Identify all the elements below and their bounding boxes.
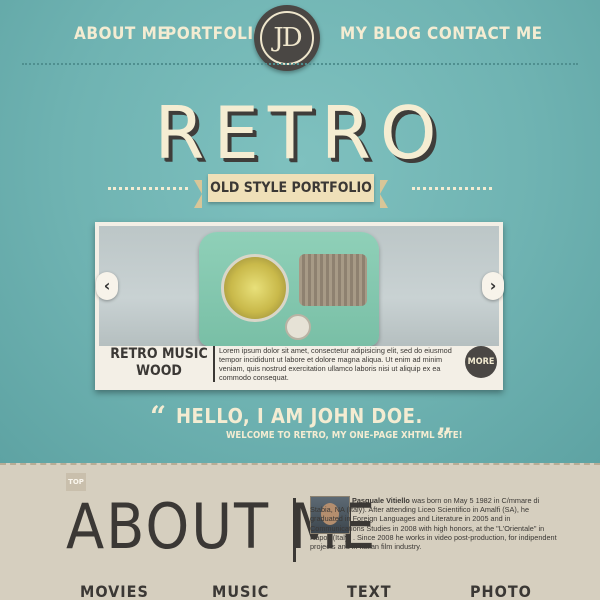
back-to-top-button[interactable]: TOP — [66, 473, 86, 491]
slider-prev-icon[interactable]: ‹ — [96, 272, 118, 300]
top-nav: ABOUT ME PORTFOLIO JD MY BLOG CONTACT ME — [0, 0, 600, 71]
greeting-hello: HELLO, I AM JOHN DOE. — [176, 404, 423, 428]
section-text[interactable]: TEXT — [347, 582, 392, 600]
about-bio: Pasquale Vitiello was born on May 5 1982… — [310, 496, 560, 551]
slide-image — [99, 226, 499, 346]
radio-illustration — [199, 232, 379, 346]
nav-item-contact-me[interactable]: CONTACT ME — [427, 24, 543, 44]
subtitle-ribbon: OLD STYLE PORTFOLIO — [194, 174, 388, 208]
section-movies[interactable]: MOVIES — [80, 582, 149, 600]
dotted-line-right — [412, 187, 492, 190]
radio-speaker — [299, 254, 367, 306]
image-slider: RETRO MUSIC WOOD Lorem ipsum dolor sit a… — [95, 222, 503, 390]
section-photo[interactable]: PHOTO — [470, 582, 532, 600]
slide-title-line2: WOOD — [136, 363, 182, 379]
section-music[interactable]: MUSIC — [212, 582, 269, 600]
logo-monogram: JD — [260, 11, 314, 65]
close-quote-icon: ” — [436, 422, 453, 455]
dotted-line-left — [108, 187, 188, 190]
nav-item-portfolio[interactable]: PORTFOLIO — [165, 24, 267, 44]
slide-description: Lorem ipsum dolor sit amet, consectetur … — [219, 346, 452, 382]
bio-text: was born on May 5 1982 in C/mmare di Sta… — [310, 496, 557, 552]
slider-next-icon[interactable]: › — [482, 272, 504, 300]
radio-knob — [285, 314, 311, 340]
slide-title-line1: RETRO MUSIC — [110, 346, 208, 362]
about-divider — [293, 498, 296, 562]
slide-divider — [213, 346, 215, 382]
page: ABOUT ME PORTFOLIO JD MY BLOG CONTACT ME… — [0, 0, 600, 600]
nav-divider — [22, 63, 578, 65]
logo[interactable]: JD — [254, 5, 320, 71]
hero-background: ABOUT ME PORTFOLIO JD MY BLOG CONTACT ME… — [0, 0, 600, 463]
nav-item-about-me[interactable]: ABOUT ME — [74, 24, 168, 44]
bio-name: Pasquale Vitiello — [352, 496, 410, 505]
hero-title: RETRO — [154, 91, 446, 175]
slide-title: RETRO MUSIC WOOD — [109, 346, 209, 380]
section-divider — [0, 463, 600, 465]
more-button[interactable]: MORE — [465, 346, 497, 378]
open-quote-icon: “ — [150, 400, 167, 433]
ribbon-row: OLD STYLE PORTFOLIO — [0, 172, 600, 208]
radio-dial — [221, 254, 289, 322]
greeting-welcome: WELCOME TO RETRO, MY ONE-PAGE XHTML SITE… — [226, 430, 463, 441]
nav-item-my-blog[interactable]: MY BLOG — [340, 24, 421, 44]
